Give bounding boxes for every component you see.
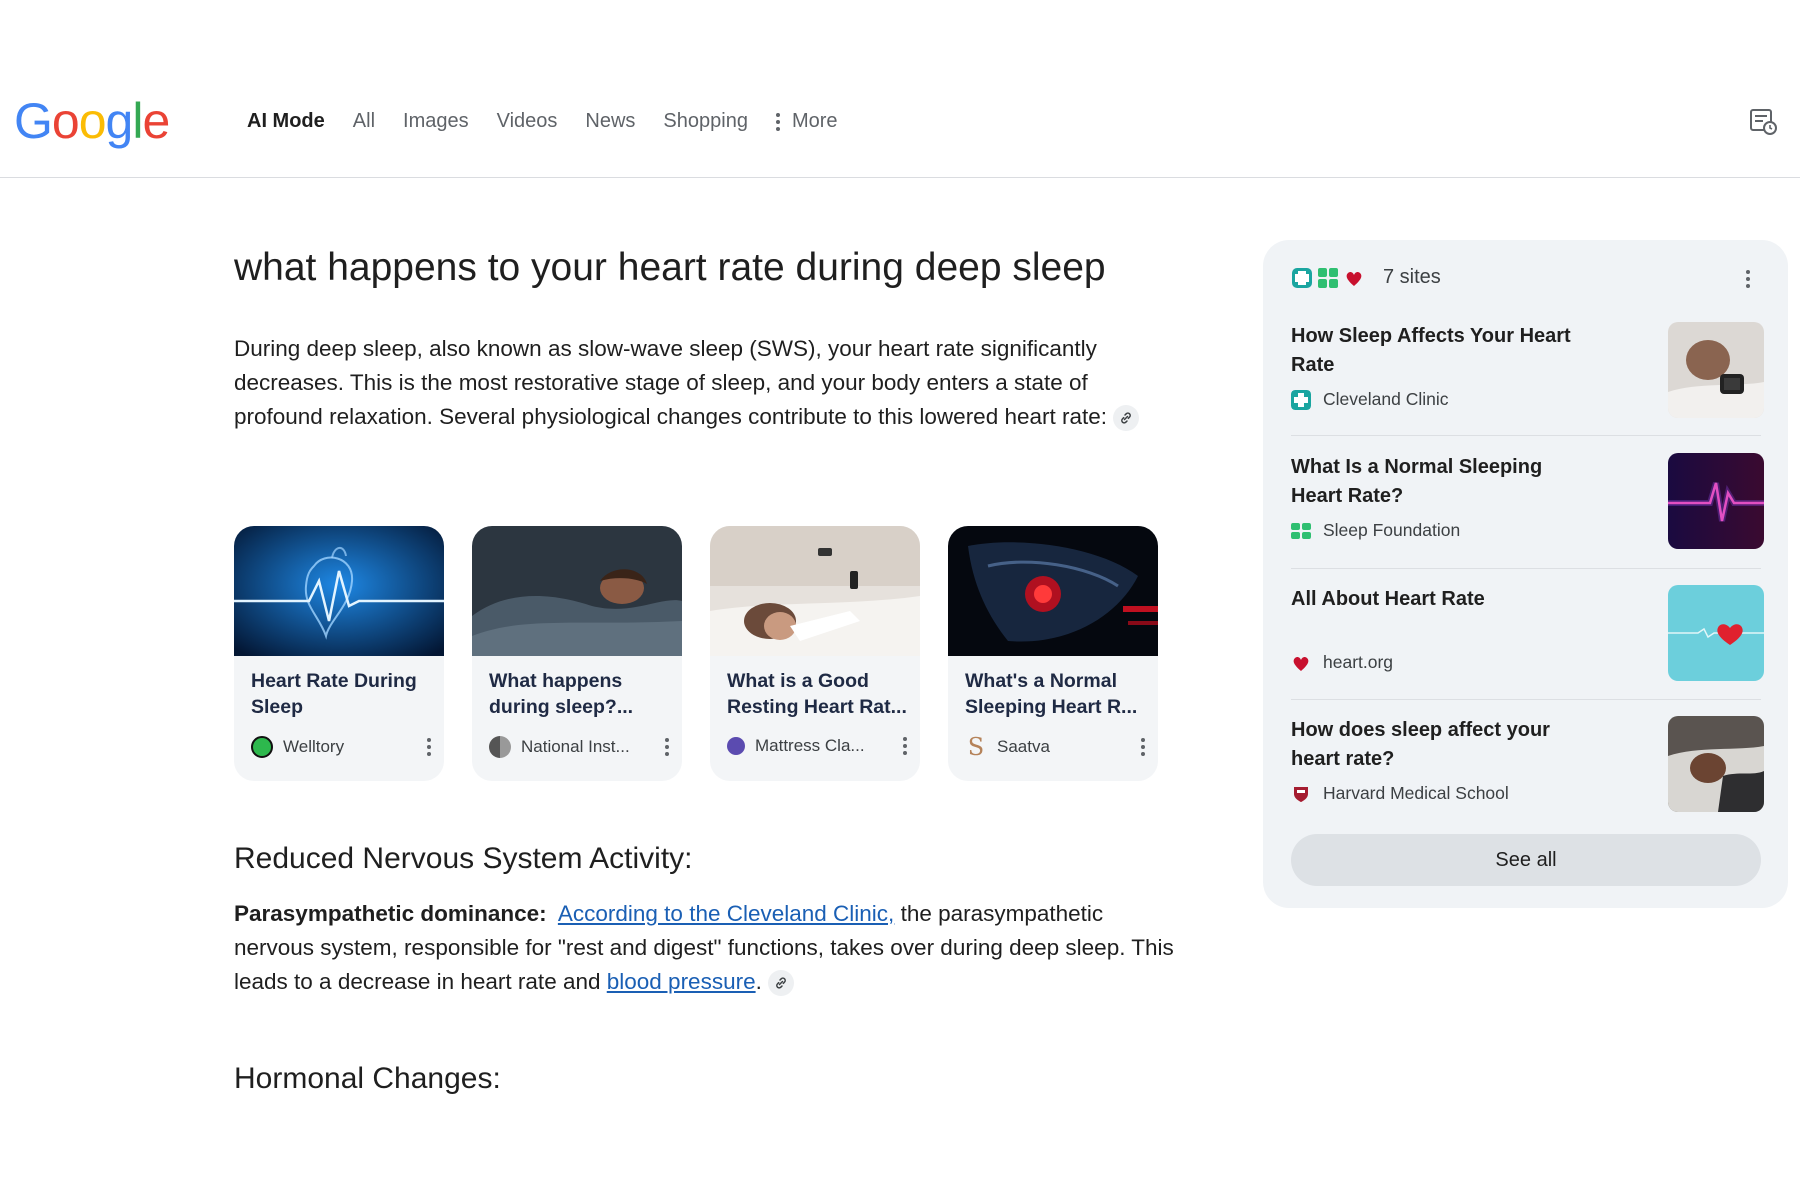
ai-answer-intro: During deep sleep, also known as slow-wa… bbox=[234, 332, 1154, 434]
card-menu-icon[interactable] bbox=[427, 738, 431, 756]
citation-link-icon[interactable] bbox=[767, 970, 794, 997]
card-menu-icon[interactable] bbox=[1141, 738, 1145, 756]
card-source-name: Saatva bbox=[997, 737, 1050, 756]
source-item-site: Sleep Foundation bbox=[1291, 520, 1460, 541]
intro-text: During deep sleep, also known as slow-wa… bbox=[234, 336, 1108, 429]
saatva-favicon: S bbox=[967, 733, 985, 761]
blood-pressure-link[interactable]: blood pressure bbox=[607, 969, 756, 994]
source-item-site: Cleveland Clinic bbox=[1291, 389, 1448, 410]
sources-menu-icon[interactable] bbox=[1746, 270, 1750, 288]
source-item-site-name: Cleveland Clinic bbox=[1323, 389, 1449, 409]
card-source-name: National Inst... bbox=[521, 737, 630, 756]
source-item-title: What Is a Normal Sleeping Heart Rate? bbox=[1291, 456, 1543, 507]
welltory-favicon bbox=[251, 736, 273, 758]
source-item-title: All About Heart Rate bbox=[1291, 588, 1485, 610]
source-cards: Heart Rate During Sleep Welltory What ha… bbox=[234, 526, 1158, 781]
card-source: Mattress Cla... bbox=[727, 736, 907, 756]
source-card[interactable]: Heart Rate During Sleep Welltory bbox=[234, 526, 444, 781]
see-all-button[interactable]: See all bbox=[1291, 834, 1761, 886]
source-thumbnail-man-sleeping bbox=[1668, 322, 1764, 418]
sources-panel: 7 sites How Sleep Affects Your Heart Rat… bbox=[1263, 240, 1788, 908]
section-heading: Hormonal Changes: bbox=[234, 1062, 501, 1095]
card-source-name: Mattress Cla... bbox=[755, 736, 865, 755]
source-thumbnail-ecg-line bbox=[1668, 453, 1764, 549]
heart-org-icon bbox=[1293, 656, 1309, 671]
logo-letter: G bbox=[14, 93, 53, 149]
source-item-site-name: heart.org bbox=[1323, 652, 1394, 672]
section-heading: Reduced Nervous System Activity: bbox=[234, 842, 693, 875]
search-tabs: AI Mode All Images Videos News Shopping … bbox=[247, 110, 838, 133]
cleveland-clinic-link[interactable]: According to the Cleveland Clinic, bbox=[558, 901, 894, 926]
source-item[interactable]: What Is a Normal Sleeping Heart Rate? Sl… bbox=[1291, 453, 1764, 569]
logo-letter: o bbox=[78, 93, 107, 149]
query-heading: what happens to your heart rate during d… bbox=[234, 246, 1106, 289]
tab-news[interactable]: News bbox=[585, 110, 635, 133]
cleveland-clinic-icon bbox=[1292, 267, 1312, 288]
source-item[interactable]: How Sleep Affects Your Heart Rate Clevel… bbox=[1291, 322, 1764, 436]
card-title: What's a Normal Sleeping Heart R... bbox=[965, 670, 1138, 718]
card-source: S Saatva bbox=[965, 733, 1145, 761]
section-paragraph: Parasympathetic dominance: According to … bbox=[234, 897, 1174, 999]
header-bar: Google AI Mode All Images Videos News Sh… bbox=[0, 0, 1800, 178]
card-image-sleeping-person bbox=[472, 526, 682, 656]
source-item[interactable]: How does sleep affect your heart rate? H… bbox=[1291, 716, 1764, 816]
sources-count: 7 sites bbox=[1383, 266, 1441, 288]
citation-link-icon[interactable] bbox=[1113, 405, 1140, 432]
source-thumbnail-man-pillow bbox=[1668, 716, 1764, 812]
logo-letter: o bbox=[51, 93, 80, 149]
card-title: Heart Rate During Sleep bbox=[251, 670, 417, 718]
tab-more-label: More bbox=[791, 110, 838, 132]
paragraph-end: . bbox=[755, 969, 762, 994]
source-card[interactable]: What is a Good Resting Heart Rat... Matt… bbox=[710, 526, 920, 781]
tab-ai-mode[interactable]: AI Mode bbox=[247, 110, 325, 133]
mattress-clarity-favicon bbox=[727, 737, 745, 755]
card-menu-icon[interactable] bbox=[903, 737, 907, 755]
card-source: National Inst... bbox=[489, 736, 669, 758]
sleep-foundation-icon bbox=[1318, 267, 1338, 288]
source-thumbnail-heart-teal bbox=[1668, 585, 1764, 681]
sources-header: 7 sites bbox=[1291, 266, 1441, 289]
heart-org-icon bbox=[1346, 271, 1362, 286]
tab-more[interactable]: More bbox=[775, 110, 838, 133]
tab-images[interactable]: Images bbox=[403, 110, 469, 133]
card-image-red-heart-xray bbox=[948, 526, 1158, 656]
nih-favicon bbox=[489, 736, 511, 758]
card-title: What is a Good Resting Heart Rat... bbox=[727, 670, 907, 718]
sleep-foundation-icon bbox=[1291, 522, 1311, 539]
harvard-shield-icon bbox=[1294, 786, 1308, 802]
source-item-site: Harvard Medical School bbox=[1291, 783, 1509, 804]
card-source-name: Welltory bbox=[283, 737, 345, 756]
google-logo[interactable]: Google bbox=[14, 92, 170, 150]
source-card[interactable]: What happens during sleep?... National I… bbox=[472, 526, 682, 781]
more-vert-icon bbox=[775, 112, 780, 131]
source-item-title: How Sleep Affects Your Heart Rate bbox=[1291, 325, 1571, 376]
card-source: Welltory bbox=[251, 736, 431, 758]
card-image-woman-phone bbox=[710, 526, 920, 656]
source-item-site: heart.org bbox=[1291, 652, 1393, 673]
logo-letter: e bbox=[142, 93, 170, 149]
history-icon[interactable] bbox=[1748, 106, 1778, 136]
card-menu-icon[interactable] bbox=[665, 738, 669, 756]
source-item-site-name: Harvard Medical School bbox=[1323, 783, 1509, 803]
source-card[interactable]: What's a Normal Sleeping Heart R... S Sa… bbox=[948, 526, 1158, 781]
logo-letter: g bbox=[105, 93, 134, 149]
tab-all[interactable]: All bbox=[353, 110, 375, 133]
tab-shopping[interactable]: Shopping bbox=[663, 110, 748, 133]
source-item[interactable]: All About Heart Rate heart.org bbox=[1291, 585, 1764, 700]
source-item-title: How does sleep affect your heart rate? bbox=[1291, 719, 1550, 770]
bold-lead: Parasympathetic dominance: bbox=[234, 901, 547, 926]
source-item-site-name: Sleep Foundation bbox=[1323, 520, 1461, 540]
cleveland-clinic-icon bbox=[1291, 389, 1311, 410]
card-image-heart-ecg bbox=[234, 526, 444, 656]
logo-letter: l bbox=[132, 93, 143, 149]
card-title: What happens during sleep?... bbox=[489, 670, 634, 718]
tab-videos[interactable]: Videos bbox=[497, 110, 558, 133]
